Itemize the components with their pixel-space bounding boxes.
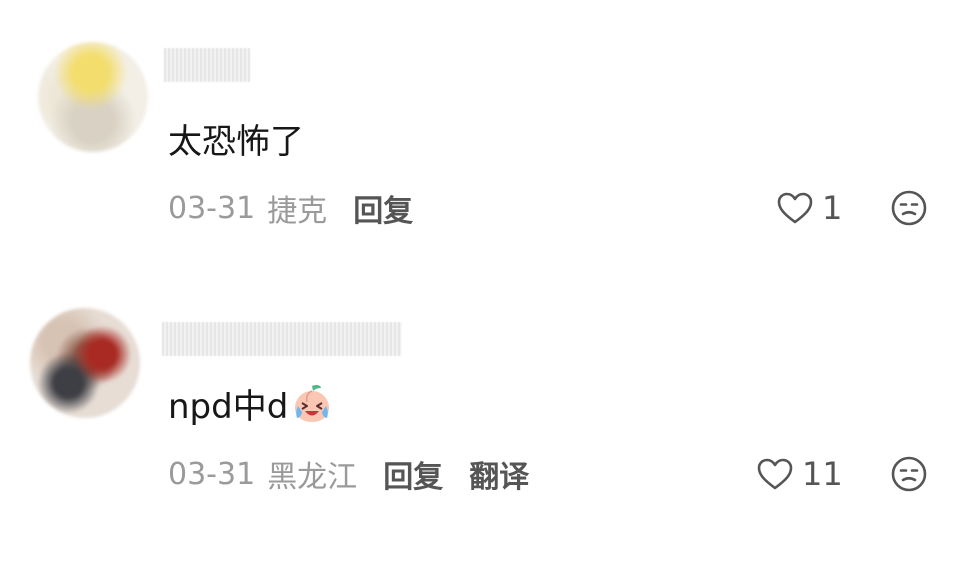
comment-item: 太恐怖了 03-31 捷克 回复 1: [0, 0, 960, 270]
username-blurred[interactable]: [162, 322, 402, 356]
like-count: 1: [822, 189, 843, 227]
comment-text-content: npd中d: [168, 386, 289, 427]
username-blurred[interactable]: [164, 48, 250, 82]
comment-item: npd中d 03-31 黑龙江 回复 翻译 11: [0, 270, 960, 563]
comment-location: 黑龙江: [267, 460, 358, 495]
avatar[interactable]: [38, 42, 148, 152]
reply-button[interactable]: 回复: [383, 452, 443, 496]
comment-text-content: 太恐怖了: [168, 121, 304, 162]
comment-date: 03-31: [168, 190, 256, 226]
reply-button[interactable]: 回复: [353, 186, 413, 230]
comment-date: 03-31: [168, 456, 256, 492]
avatar[interactable]: [30, 308, 140, 418]
comment-meta: 03-31 黑龙江 回复 翻译: [168, 452, 529, 496]
crying-laughing-peach-emoji-icon: [290, 382, 334, 424]
heart-outline-icon: [756, 457, 794, 491]
heart-outline-icon: [776, 191, 814, 225]
comment-meta: 03-31 捷克 回复: [168, 186, 413, 230]
unamused-face-icon: [890, 189, 928, 227]
dislike-button[interactable]: [890, 455, 928, 493]
like-button[interactable]: 1: [776, 188, 842, 228]
comment-location: 捷克: [267, 194, 328, 229]
like-button[interactable]: 11: [756, 454, 843, 494]
unamused-face-icon: [890, 455, 928, 493]
comment-text: npd中d: [168, 381, 334, 427]
dislike-button[interactable]: [890, 189, 928, 227]
like-count: 11: [802, 455, 843, 493]
comment-text: 太恐怖了: [168, 116, 304, 162]
translate-button[interactable]: 翻译: [469, 452, 529, 496]
